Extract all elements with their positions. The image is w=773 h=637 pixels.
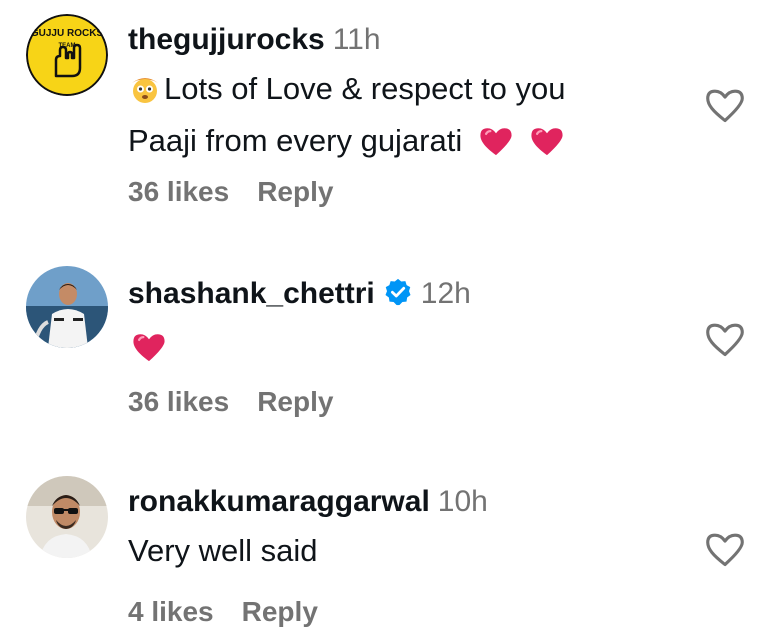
username[interactable]: ronakkumaraggarwal [128, 485, 430, 518]
username[interactable]: thegujjurocks [128, 23, 325, 56]
avatar-photo [26, 266, 108, 348]
comment-text-line: Lots of Love & respect to you [164, 71, 566, 106]
cowboy-face-emoji-icon [128, 71, 162, 118]
like-heart-icon[interactable] [704, 320, 748, 360]
reply-button[interactable]: Reply [242, 596, 318, 627]
avatar[interactable]: GUJJU ROCKS TEAM [26, 14, 108, 96]
avatar[interactable] [26, 476, 108, 558]
reply-button[interactable]: Reply [257, 386, 333, 417]
timestamp[interactable]: 10h [438, 485, 488, 518]
comment-text-line: Paaji from every gujarati [128, 123, 463, 158]
like-heart-icon[interactable] [704, 86, 748, 126]
timestamp[interactable]: 12h [421, 277, 471, 310]
verified-badge-icon [383, 277, 413, 316]
likes-count[interactable]: 4 likes [128, 596, 214, 627]
red-heart-emoji-icon [530, 124, 564, 170]
avatar-photo [26, 476, 108, 558]
avatar[interactable] [26, 266, 108, 348]
timestamp[interactable]: 11h [333, 23, 381, 56]
likes-count[interactable]: 36 likes [128, 386, 229, 417]
gujju-rocks-logo: GUJJU ROCKS TEAM [26, 14, 108, 96]
like-heart-icon[interactable] [704, 530, 748, 570]
reply-button[interactable]: Reply [257, 176, 333, 207]
comment-text-line: Very well said [128, 533, 318, 568]
likes-count[interactable]: 36 likes [128, 176, 229, 207]
username[interactable]: shashank_chettri [128, 277, 375, 310]
avatar-logo-text: GUJJU ROCKS [31, 28, 104, 39]
red-heart-emoji-icon [132, 330, 166, 376]
red-heart-emoji-icon [479, 124, 513, 170]
